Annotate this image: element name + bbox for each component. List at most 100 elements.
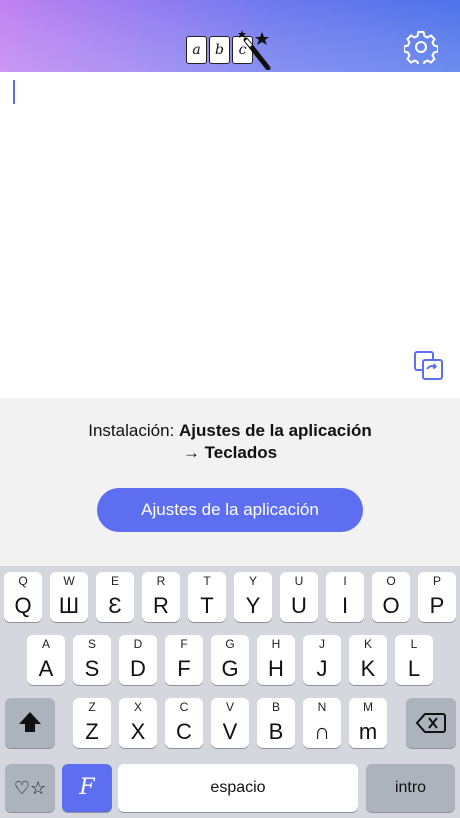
key-glyph-label: X bbox=[130, 719, 146, 744]
magic-wand-icon bbox=[238, 30, 271, 70]
key-hint-label: B bbox=[271, 700, 280, 714]
key-glyph-label: P bbox=[429, 593, 445, 618]
key-glyph-label: Ш bbox=[58, 593, 80, 618]
key-hint-label: I bbox=[343, 574, 347, 588]
emoji-symbols-key[interactable]: ♡☆ bbox=[5, 764, 55, 812]
key-hint-label: T bbox=[203, 574, 211, 588]
app-settings-button[interactable]: Ajustes de la aplicación bbox=[97, 488, 363, 532]
key-y[interactable]: YY bbox=[234, 572, 272, 622]
key-glyph-label: G bbox=[221, 656, 239, 681]
key-b[interactable]: BB bbox=[257, 698, 295, 748]
installation-instructions: Instalación: Ajustes de la aplicación → … bbox=[0, 420, 460, 464]
key-h[interactable]: HH bbox=[257, 635, 295, 685]
key-glyph-label: L bbox=[407, 656, 421, 681]
key-f[interactable]: FF bbox=[165, 635, 203, 685]
key-hint-label: D bbox=[133, 637, 143, 651]
key-hint-label: X bbox=[133, 700, 142, 714]
key-glyph-label: Ɛ bbox=[108, 593, 122, 618]
key-hint-label: F bbox=[180, 637, 188, 651]
key-hint-label: S bbox=[87, 637, 96, 651]
key-v[interactable]: VV bbox=[211, 698, 249, 748]
key-hint-label: Y bbox=[248, 574, 257, 588]
key-t[interactable]: TT bbox=[188, 572, 226, 622]
key-glyph-label: V bbox=[222, 719, 238, 744]
key-r[interactable]: RR bbox=[142, 572, 180, 622]
key-hint-label: L bbox=[410, 637, 418, 651]
key-hint-label: K bbox=[363, 637, 372, 651]
key-hint-label: C bbox=[179, 700, 189, 714]
key-hint-label: E bbox=[110, 574, 119, 588]
key-glyph-label: C bbox=[176, 719, 192, 744]
key-l[interactable]: LL bbox=[395, 635, 433, 685]
text-cursor bbox=[13, 80, 15, 104]
key-glyph-label: H bbox=[268, 656, 284, 681]
key-glyph-label: Z bbox=[85, 719, 99, 744]
key-s[interactable]: SS bbox=[73, 635, 111, 685]
instructions-app-settings: Ajustes de la aplicación bbox=[178, 421, 372, 440]
key-glyph-label: A bbox=[38, 656, 54, 681]
key-hint-label: Z bbox=[88, 700, 96, 714]
key-glyph-label: B bbox=[268, 719, 284, 744]
key-j[interactable]: JJ bbox=[303, 635, 341, 685]
key-hint-label: R bbox=[156, 574, 166, 588]
instructions-keyboards: → Teclados bbox=[182, 443, 278, 462]
fonts-switch-key[interactable]: F bbox=[62, 764, 112, 812]
key-glyph-label: Q bbox=[14, 593, 32, 618]
key-e[interactable]: EƐ bbox=[96, 572, 134, 622]
app-logo: a b c bbox=[186, 30, 276, 70]
key-hint-label: O bbox=[386, 574, 396, 588]
key-glyph-label: R bbox=[153, 593, 169, 618]
logo-tile-a: a bbox=[186, 36, 207, 64]
key-p[interactable]: PP bbox=[418, 572, 456, 622]
space-key[interactable]: espacio bbox=[118, 764, 358, 812]
key-glyph-label: U bbox=[291, 593, 307, 618]
key-m[interactable]: Mm bbox=[349, 698, 387, 748]
key-z[interactable]: ZZ bbox=[73, 698, 111, 748]
backspace-key[interactable] bbox=[406, 698, 456, 748]
keyboard: QQWШEƐRRTTYYUUIIOOPP AASSDDFFGGHHJJKKLL … bbox=[0, 566, 460, 818]
key-glyph-label: K bbox=[360, 656, 376, 681]
settings-gear-icon[interactable] bbox=[404, 30, 438, 64]
key-glyph-label: Y bbox=[245, 593, 261, 618]
text-editor[interactable] bbox=[0, 72, 460, 398]
key-hint-label: U bbox=[294, 574, 304, 588]
key-a[interactable]: AA bbox=[27, 635, 65, 685]
key-g[interactable]: GG bbox=[211, 635, 249, 685]
key-d[interactable]: DD bbox=[119, 635, 157, 685]
key-c[interactable]: CC bbox=[165, 698, 203, 748]
key-hint-label: P bbox=[432, 574, 441, 588]
shift-key[interactable] bbox=[5, 698, 55, 748]
key-u[interactable]: UU bbox=[280, 572, 318, 622]
copy-paste-icon[interactable] bbox=[413, 350, 445, 382]
key-k[interactable]: KK bbox=[349, 635, 387, 685]
key-n[interactable]: N ∩ bbox=[303, 698, 341, 748]
key-o[interactable]: OO bbox=[372, 572, 410, 622]
key-x[interactable]: XX bbox=[119, 698, 157, 748]
key-hint-label: W bbox=[63, 574, 75, 588]
key-hint-label: J bbox=[319, 637, 325, 651]
key-hint-label: M bbox=[363, 700, 373, 714]
logo-tile-b: b bbox=[209, 36, 230, 64]
key-hint-label: N bbox=[317, 700, 327, 714]
key-glyph-label: m bbox=[358, 719, 378, 744]
key-glyph-label: T bbox=[200, 593, 214, 618]
key-glyph-label: J bbox=[316, 656, 328, 681]
shift-arrow-icon bbox=[19, 712, 41, 732]
key-hint-label: G bbox=[225, 637, 235, 651]
key-glyph-label: S bbox=[84, 656, 100, 681]
instructions-prefix: Instalación: bbox=[88, 421, 179, 440]
key-glyph-label: O bbox=[382, 593, 400, 618]
backspace-icon bbox=[415, 713, 446, 733]
key-hint-label: H bbox=[271, 637, 281, 651]
key-glyph-label: I bbox=[341, 593, 349, 618]
key-hint-label: Q bbox=[18, 574, 28, 588]
key-hint-label: V bbox=[225, 700, 234, 714]
key-hint-label: A bbox=[41, 637, 50, 651]
key-i[interactable]: II bbox=[326, 572, 364, 622]
key-glyph-label: F bbox=[177, 656, 191, 681]
key-glyph-label: ∩ bbox=[314, 719, 330, 744]
return-key[interactable]: intro bbox=[366, 764, 455, 812]
key-q[interactable]: QQ bbox=[4, 572, 42, 622]
key-glyph-label: D bbox=[130, 656, 146, 681]
key-w[interactable]: WШ bbox=[50, 572, 88, 622]
